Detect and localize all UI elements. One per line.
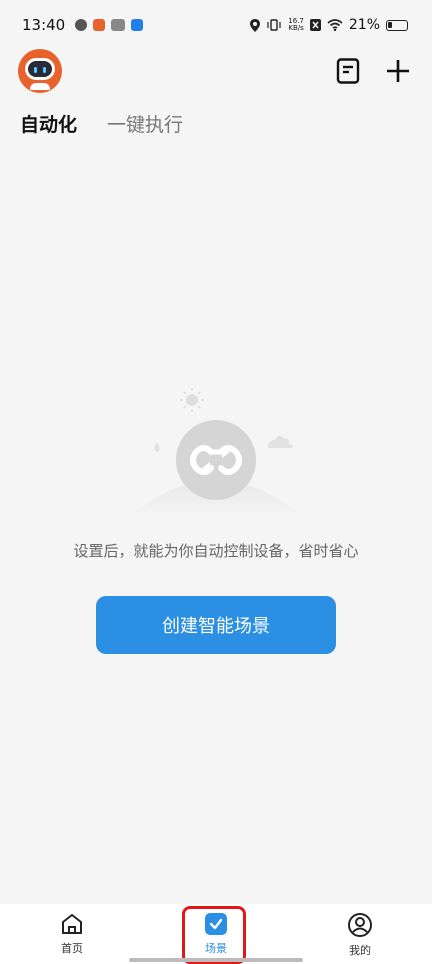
empty-state-illustration bbox=[126, 388, 306, 520]
header bbox=[0, 48, 432, 94]
avatar-chin bbox=[30, 83, 50, 90]
battery-level bbox=[388, 21, 392, 28]
avatar-eye bbox=[43, 67, 46, 73]
empty-state-message: 设置后，就能为你自动控制设备，省时省心 bbox=[73, 542, 359, 560]
add-icon bbox=[387, 60, 409, 82]
nav-label-mine: 我的 bbox=[349, 944, 371, 957]
cloud-icon bbox=[268, 435, 293, 448]
nav-item-home[interactable]: 首页 bbox=[32, 912, 112, 956]
status-right: 16.7 KB/s 21% bbox=[250, 17, 408, 33]
nav-label-home: 首页 bbox=[61, 942, 83, 955]
avatar-face bbox=[25, 58, 55, 80]
tab-one-tap[interactable]: 一键执行 bbox=[107, 110, 183, 137]
battery-icon bbox=[386, 19, 408, 31]
network-speed: 16.7 KB/s bbox=[288, 18, 304, 32]
avatar-eye bbox=[34, 67, 37, 73]
log-button[interactable] bbox=[334, 57, 362, 85]
vibrate-icon bbox=[267, 19, 281, 31]
scene-check-icon bbox=[205, 913, 227, 935]
log-icon bbox=[336, 58, 360, 84]
water-drop-icon bbox=[154, 442, 160, 452]
notification-app-icon bbox=[75, 19, 88, 31]
create-smart-scene-button[interactable]: 创建智能场景 bbox=[96, 596, 336, 654]
status-time: 13:40 bbox=[22, 16, 66, 34]
sun-icon bbox=[180, 388, 204, 412]
status-left: 13:40 bbox=[22, 16, 144, 34]
scene-tabs: 自动化 一键执行 bbox=[20, 110, 183, 137]
wifi-icon bbox=[327, 19, 343, 31]
home-icon bbox=[62, 914, 82, 934]
battery-percent: 21% bbox=[348, 17, 380, 33]
no-sim-icon bbox=[309, 19, 321, 31]
bottom-navigation: 首页 场景 我的 bbox=[0, 904, 432, 964]
alipay-notification-icon bbox=[131, 19, 144, 31]
profile-icon bbox=[348, 913, 372, 937]
nav-label-scene: 场景 bbox=[205, 942, 227, 955]
nav-item-scene[interactable]: 场景 bbox=[176, 912, 256, 956]
location-icon bbox=[250, 18, 261, 32]
header-actions bbox=[334, 57, 412, 85]
status-bar: 13:40 16.7 KB/s 21% bbox=[0, 0, 432, 50]
nav-item-mine[interactable]: 我的 bbox=[320, 912, 400, 958]
notification-app-icon bbox=[93, 19, 106, 31]
robot-avatar-icon[interactable] bbox=[18, 49, 62, 93]
network-speed-unit: KB/s bbox=[288, 24, 304, 32]
add-button[interactable] bbox=[384, 57, 412, 85]
notification-app-icon bbox=[111, 19, 126, 31]
home-indicator[interactable] bbox=[129, 958, 303, 962]
tab-automation[interactable]: 自动化 bbox=[20, 110, 77, 137]
